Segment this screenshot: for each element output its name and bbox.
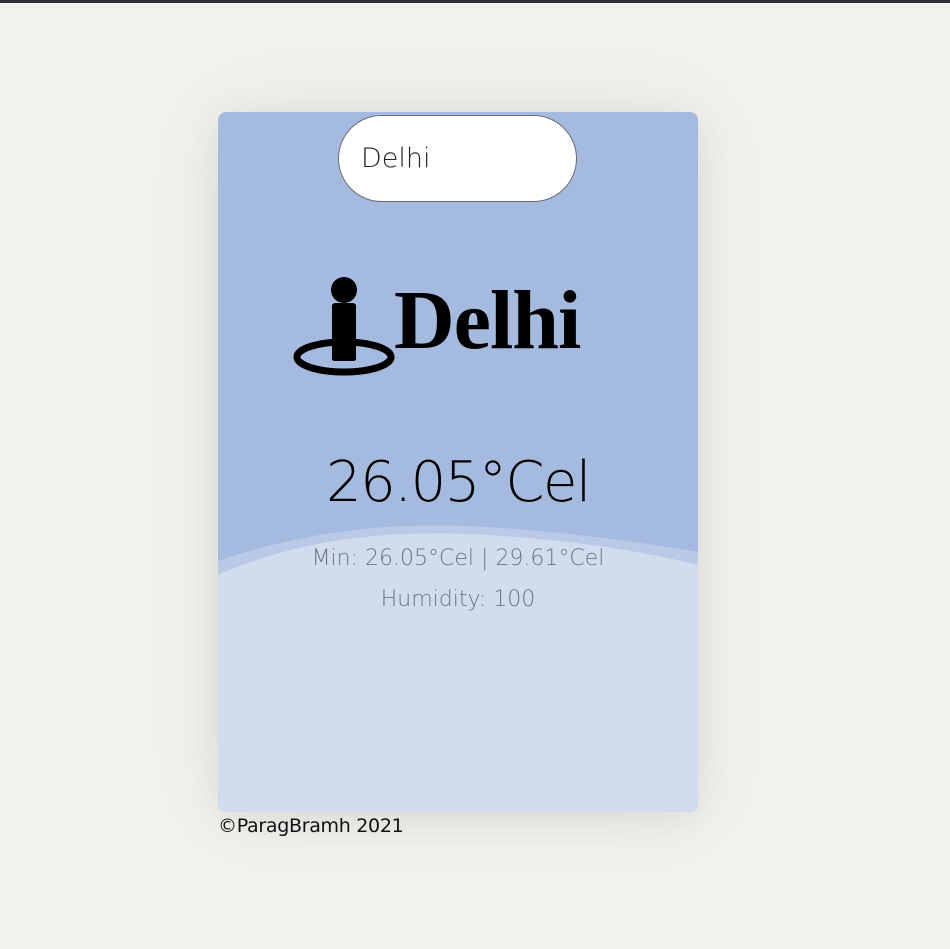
temperature-value: 26.05°Cel xyxy=(326,450,591,515)
city-name: Delhi xyxy=(394,274,581,367)
street-view-icon xyxy=(293,277,395,376)
humidity-value: Humidity: 100 xyxy=(380,587,536,612)
window-top-bar xyxy=(0,0,950,3)
city-search-input[interactable] xyxy=(338,115,577,202)
city-heading: Delhi xyxy=(292,270,581,380)
weather-card: Delhi 26.05°Cel Min: 26.05°Cel | 29.61°C… xyxy=(218,112,698,812)
min-max-temperature: Min: 26.05°Cel | 29.61°Cel xyxy=(311,546,605,571)
copyright-footer: ©ParagBramh 2021 xyxy=(218,815,404,837)
